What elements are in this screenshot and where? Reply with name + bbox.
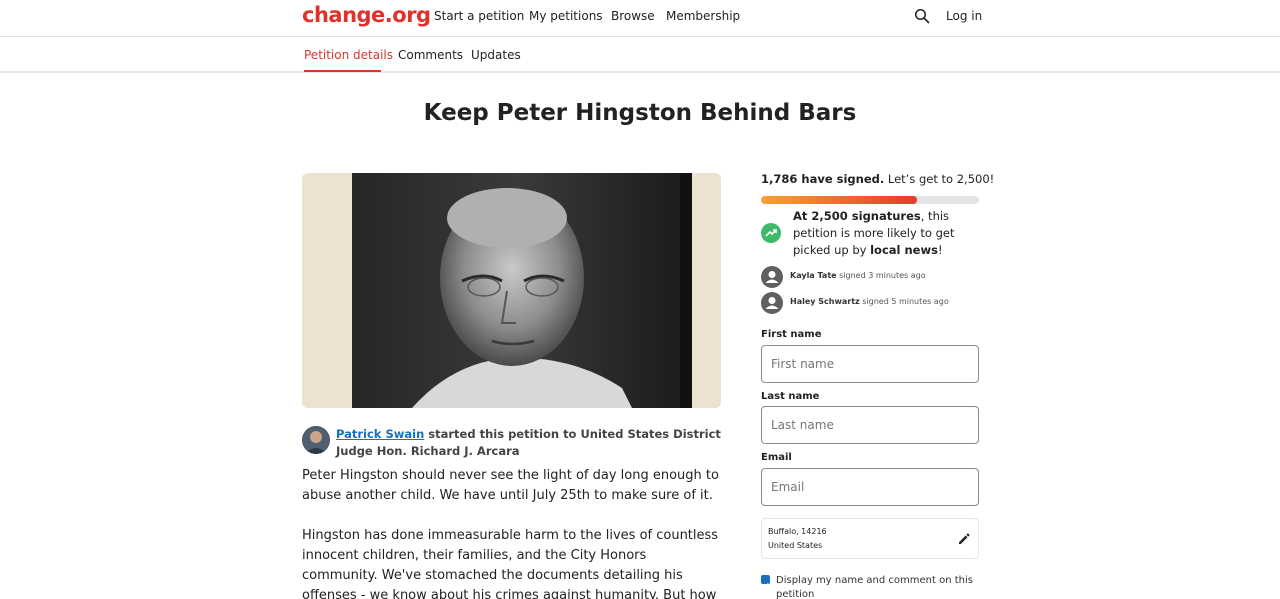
nav-my-petitions[interactable]: My petitions (529, 9, 603, 23)
signer-name: Kayla Tate (790, 271, 837, 280)
user-avatar-icon (761, 292, 783, 314)
starter-name-link[interactable]: Patrick Swain (336, 427, 424, 441)
signer-name: Haley Schwartz (790, 297, 860, 306)
change-org-logo[interactable]: change.org (302, 3, 431, 27)
display-name-label[interactable]: Display my name and comment on this peti… (776, 574, 976, 599)
email-label: Email (761, 452, 792, 463)
petition-photo (302, 173, 721, 408)
signer-time: signed 3 minutes ago (839, 271, 926, 280)
portrait-image (302, 173, 721, 408)
goal-message: At 2,500 signatures, this petition is mo… (793, 208, 979, 259)
signer-text: Kayla Tate signed 3 minutes ago (790, 271, 926, 280)
petition-paragraph: Peter Hingston should never see the ligh… (302, 468, 719, 503)
email-input[interactable] (761, 468, 979, 506)
signature-count: 1,786 have signed. (761, 172, 885, 186)
signer-time: signed 5 minutes ago (862, 297, 949, 306)
search-icon[interactable] (914, 8, 930, 24)
display-name-checkbox[interactable] (761, 575, 770, 589)
signature-goal: Let’s get to 2,500! (887, 172, 995, 186)
goal-local-news: local news (870, 243, 938, 257)
goal-signatures: At 2,500 signatures (793, 209, 921, 223)
signature-progress-bar (761, 196, 979, 204)
tab-comments[interactable]: Comments (398, 48, 463, 62)
recent-signer: Haley Schwartz signed 5 minutes ago (761, 292, 979, 314)
petition-paragraph: Hingston has done immeasurable harm to t… (302, 528, 719, 599)
signature-count-line: 1,786 have signed. Let’s get to 2,500! (761, 172, 994, 186)
progress-fill (761, 196, 917, 204)
nav-browse[interactable]: Browse (611, 9, 655, 23)
location-box[interactable]: Buffalo, 14216 United States (761, 518, 979, 559)
petition-title: Keep Peter Hingston Behind Bars (423, 100, 857, 126)
recent-signer: Kayla Tate signed 3 minutes ago (761, 266, 979, 288)
active-tab-indicator (304, 70, 381, 72)
nav-start-petition[interactable]: Start a petition (434, 9, 524, 23)
signature-panel: 1,786 have signed. Let’s get to 2,500! A… (761, 172, 994, 599)
user-avatar-icon (761, 266, 783, 288)
pencil-icon[interactable] (958, 533, 970, 545)
tab-updates[interactable]: Updates (471, 48, 521, 62)
first-name-label: First name (761, 329, 822, 340)
nav-membership[interactable]: Membership (666, 9, 740, 23)
last-name-label: Last name (761, 391, 820, 402)
starter-avatar[interactable] (302, 426, 330, 454)
tab-petition-details[interactable]: Petition details (304, 48, 393, 62)
person-icon (302, 426, 330, 454)
first-name-input[interactable] (761, 345, 979, 383)
location-country: United States (768, 541, 823, 550)
petition-tabs: Petition details Comments Updates (0, 37, 1280, 73)
signer-text: Haley Schwartz signed 5 minutes ago (790, 297, 949, 306)
goal-text-end: ! (937, 243, 943, 257)
location-city: Buffalo, 14216 (768, 527, 827, 536)
trending-up-icon (761, 223, 781, 243)
starter-text: Patrick Swain started this petition to U… (336, 426, 722, 460)
last-name-input[interactable] (761, 406, 979, 444)
top-navigation: change.org Start a petition My petitions… (0, 0, 1280, 37)
login-link[interactable]: Log in (946, 9, 982, 23)
